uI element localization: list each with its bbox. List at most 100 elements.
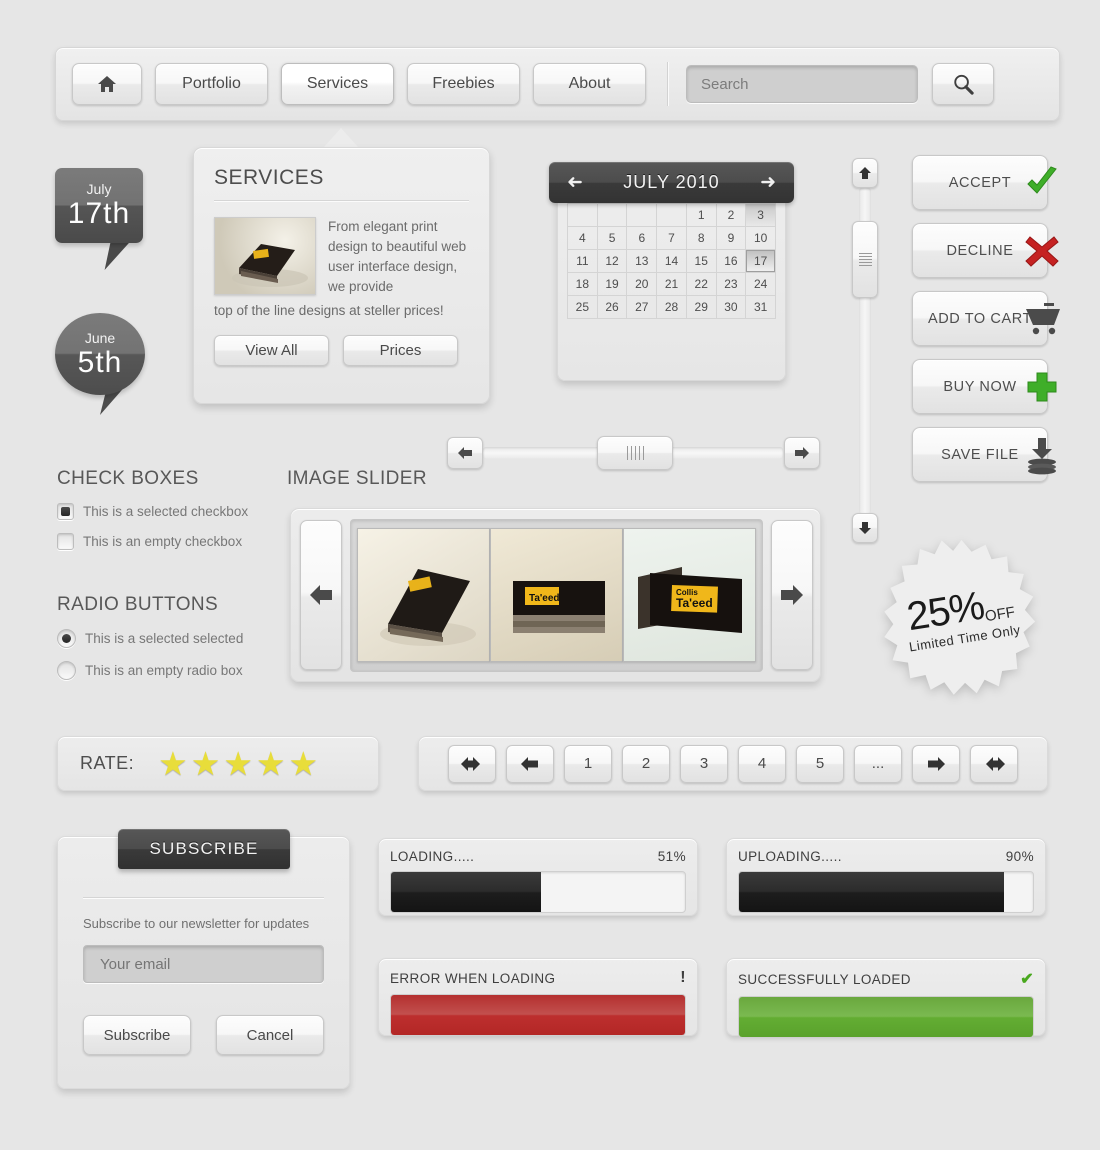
checkboxes-title: CHECK BOXES (57, 468, 199, 489)
search-input[interactable] (686, 65, 918, 103)
page-label: 1 (583, 755, 593, 772)
calendar-next-month-button[interactable]: ➜ (760, 173, 776, 192)
calendar-day[interactable]: 29 (686, 296, 717, 319)
scroll-down-button[interactable] (852, 513, 878, 543)
button-label: Subscribe (103, 1026, 171, 1044)
radio-empty-icon[interactable] (57, 661, 76, 680)
pagination-ellipsis[interactable]: ... (854, 744, 902, 783)
pagination-page-2[interactable]: 2 (622, 744, 670, 783)
nav-item-about[interactable]: About (533, 63, 646, 105)
calendar-day[interactable]: 24 (746, 273, 776, 296)
calendar-day[interactable]: 28 (657, 296, 687, 319)
calendar-day[interactable]: 15 (686, 250, 717, 273)
calendar-day[interactable]: 1 (686, 204, 717, 227)
calendar-prev-month-button[interactable]: ➜ (567, 172, 583, 193)
calendar-day[interactable]: 25 (568, 296, 598, 319)
nav-item-freebies[interactable]: Freebies (407, 63, 520, 105)
pagination-next-button[interactable] (912, 744, 960, 783)
pagination-last-button[interactable] (970, 744, 1018, 783)
page-label: 5 (815, 755, 825, 772)
progress-track (390, 994, 686, 1036)
star-icon[interactable]: ★ (289, 747, 319, 780)
checkbox-checked-icon[interactable] (57, 503, 74, 520)
checkbox-empty-icon[interactable] (57, 533, 74, 550)
save-file-button[interactable]: SAVE FILE (912, 427, 1048, 482)
scroll-up-button[interactable] (852, 158, 878, 188)
calendar-day[interactable]: 22 (686, 273, 717, 296)
date-bubble-july[interactable]: July 17th (55, 168, 143, 243)
subscribe-cancel-button[interactable]: Cancel (216, 1015, 324, 1055)
calendar-day[interactable]: 3 (746, 204, 776, 227)
radio-row-empty[interactable]: This is an empty radio box (57, 661, 307, 680)
star-icon[interactable]: ★ (158, 747, 188, 780)
star-icon[interactable]: ★ (256, 747, 286, 780)
calendar-day[interactable]: 6 (627, 227, 658, 250)
rating-label: RATE: (80, 753, 135, 773)
calendar-day[interactable]: 10 (746, 227, 776, 250)
subscribe-submit-button[interactable]: Subscribe (83, 1015, 191, 1055)
progress-value: 90% (1005, 849, 1034, 864)
calendar-day[interactable]: 18 (568, 273, 598, 296)
calendar-day[interactable]: 11 (568, 250, 598, 273)
star-icon[interactable]: ★ (223, 747, 253, 780)
radio-checked-icon[interactable] (57, 629, 76, 648)
slide-thumbnail[interactable]: Ta'eed (490, 528, 623, 662)
calendar-day[interactable]: 14 (657, 250, 687, 273)
star-icon[interactable]: ★ (191, 747, 221, 780)
pagination-page-4[interactable]: 4 (738, 744, 786, 783)
calendar-day[interactable]: 31 (746, 296, 776, 319)
slide-thumbnail[interactable]: Collis Ta'eed (623, 528, 756, 662)
buy-now-button[interactable]: BUY NOW (912, 359, 1048, 414)
calendar-day[interactable]: 7 (657, 227, 687, 250)
email-input[interactable] (83, 945, 324, 983)
pagination-first-button[interactable] (448, 744, 496, 783)
date-bubble-june[interactable]: June 5th (55, 313, 145, 395)
calendar-day[interactable]: 27 (627, 296, 658, 319)
nav-item-services[interactable]: Services (281, 63, 394, 105)
slider-thumb[interactable] (597, 436, 673, 470)
slider-right-button[interactable] (784, 437, 820, 469)
pagination-page-1[interactable]: 1 (564, 744, 612, 783)
progress-label: UPLOADING..... (738, 849, 842, 864)
radio-row-selected[interactable]: This is a selected selected (57, 629, 307, 648)
calendar-day[interactable]: 13 (627, 250, 658, 273)
calendar-day[interactable]: 20 (627, 273, 658, 296)
nav-item-portfolio[interactable]: Portfolio (155, 63, 268, 105)
search-button[interactable] (932, 63, 994, 105)
calendar-day[interactable]: 8 (686, 227, 717, 250)
pagination-prev-button[interactable] (506, 744, 554, 783)
services-thumbnail-image (214, 217, 316, 295)
calendar-day[interactable]: 21 (657, 273, 687, 296)
checkbox-row-empty[interactable]: This is an empty checkbox (57, 533, 307, 550)
calendar-day[interactable]: 19 (597, 273, 628, 296)
slide-thumbnail[interactable] (357, 528, 490, 662)
nav-home-button[interactable] (72, 63, 142, 105)
calendar-day[interactable]: 23 (716, 273, 747, 296)
pagination-page-3[interactable]: 3 (680, 744, 728, 783)
calendar-day[interactable]: 16 (716, 250, 747, 273)
image-slider-prev-button[interactable] (300, 520, 342, 670)
calendar-day[interactable]: 9 (716, 227, 747, 250)
horizontal-slider[interactable] (447, 436, 820, 470)
slider-left-button[interactable] (447, 437, 483, 469)
calendar-day[interactable]: 12 (597, 250, 628, 273)
checkbox-row-selected[interactable]: This is a selected checkbox (57, 503, 307, 520)
calendar-day[interactable]: 5 (597, 227, 628, 250)
image-slider-next-button[interactable] (771, 520, 813, 670)
services-description: From elegant print design to beautiful w… (328, 219, 467, 294)
calendar-day-selected[interactable]: 17 (746, 250, 776, 273)
checkbox-label: This is a selected checkbox (83, 504, 249, 519)
vertical-scrollbar[interactable] (852, 158, 878, 543)
progress-card-uploading: UPLOADING..... 90% (726, 838, 1046, 916)
view-all-button[interactable]: View All (214, 335, 329, 366)
prices-button[interactable]: Prices (343, 335, 458, 366)
calendar-day[interactable]: 26 (597, 296, 628, 319)
calendar-day[interactable]: 2 (716, 204, 747, 227)
scrollbar-thumb[interactable] (852, 221, 878, 298)
calendar-day[interactable]: 4 (568, 227, 598, 250)
pagination-page-5[interactable]: 5 (796, 744, 844, 783)
decline-button[interactable]: DECLINE (912, 223, 1048, 278)
calendar-day[interactable]: 30 (716, 296, 747, 319)
add-to-cart-button[interactable]: ADD TO CART (912, 291, 1048, 346)
accept-button[interactable]: ACCEPT (912, 155, 1048, 210)
